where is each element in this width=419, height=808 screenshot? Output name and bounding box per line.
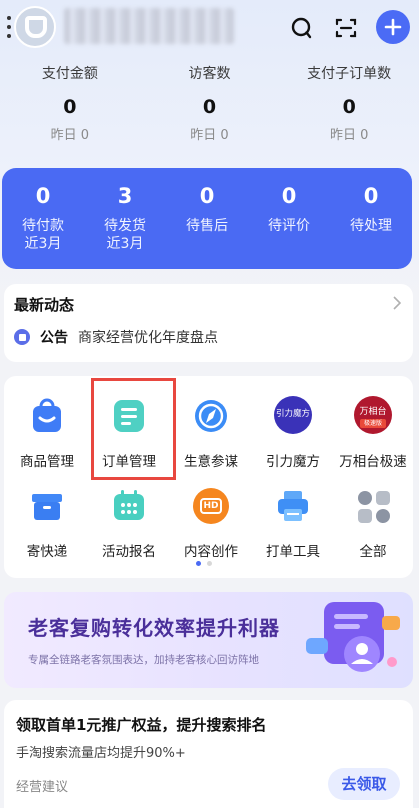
order-label: 待售后 [186,218,228,234]
order-status-pending-shipment[interactable]: 3 待发货 近3月 [84,182,166,269]
order-label: 待发货 [104,218,146,234]
tool-label: 内容创作 [184,544,238,560]
stat-label: 支付子订单数 [307,66,392,82]
pager-dot-active[interactable] [196,561,201,566]
yinli-mofang-icon: 引力魔方 [274,396,312,434]
tool-label: 商品管理 [20,454,74,470]
stat-value: 0 [342,96,356,118]
order-count: 0 [35,184,51,208]
order-label: 待评价 [268,218,310,234]
tool-all[interactable]: 全部 [332,474,414,560]
notice-text[interactable]: 商家经营优化年度盘点 [78,327,218,347]
tool-label: 引力魔方 [266,454,320,470]
tool-product-management[interactable]: 商品管理 [6,384,88,470]
search-icon[interactable] [288,14,316,42]
order-sub: 近3月 [24,236,62,252]
notice-icon [14,329,30,345]
tool-send-express[interactable]: 寄快递 [6,474,88,560]
order-count: 3 [117,184,133,208]
stat-label: 支付金额 [41,66,98,82]
stat-value: 0 [63,96,77,118]
order-count: 0 [281,184,297,208]
order-label: 待处理 [350,218,392,234]
stat-label: 访客数 [188,66,231,82]
wanxiangtai-icon-text: 万相台 [359,407,387,417]
highlight-frame [91,378,176,480]
order-status-to-process[interactable]: 0 待处理 [330,182,412,269]
growth-tip-card[interactable]: 领取首单1元推广权益，提升搜索排名 手淘搜索流量店均提升90%+ 经营建议 去领… [4,700,413,808]
stat-value: 0 [202,96,217,118]
tool-label: 打单工具 [266,544,320,560]
all-apps-icon [355,488,391,524]
stat-yesterday: 昨日 0 [190,128,229,143]
chevron-right-icon[interactable] [393,296,402,314]
pager-dot[interactable] [207,561,212,566]
order-status-pending-payment[interactable]: 0 待付款 近3月 [2,182,84,269]
order-sub: 近3月 [106,236,144,252]
tip-subtitle: 手淘搜索流量店均提升90%+ [16,746,186,761]
hd-video-icon: HD [193,488,229,524]
tip-category: 经营建议 [16,780,69,795]
latest-news-card[interactable]: 最新动态 公告 商家经营优化年度盘点 [4,284,413,362]
order-count: 0 [199,184,215,208]
tool-business-advisor[interactable]: 生意参谋 [170,384,252,470]
repurchase-illustration-icon [306,602,400,672]
yinli-mofang-icon-text: 引力魔方 [275,409,310,419]
tip-title: 领取首单1元推广权益，提升搜索排名 [16,716,267,734]
order-status-card: 0 待付款 近3月 3 待发货 近3月 0 待售后 0 待评价 0 待处理 [2,168,412,269]
order-label: 待付款 [22,218,64,234]
order-status-after-sales[interactable]: 0 待售后 [166,182,248,269]
printer-icon [275,488,311,524]
order-count: 0 [363,184,379,208]
tool-label: 活动报名 [102,544,156,560]
tool-wanxiangtai[interactable]: 万相台 极速版 万相台极速 [332,384,414,470]
stat-visitors[interactable]: 访客数 0 昨日 0 [140,62,280,162]
promo-banner[interactable]: 老客复购转化效率提升利器 专属全链路老客氛围表达，加持老客核心回访阵地 [4,592,413,688]
hd-video-icon-text: HD [200,498,222,514]
tool-label: 寄快递 [26,544,68,560]
shop-name-blurred[interactable] [64,8,234,44]
claim-button[interactable]: 去领取 [328,768,400,800]
scan-icon[interactable] [332,14,360,42]
stat-yesterday: 昨日 0 [50,128,90,143]
stat-payment-amount[interactable]: 支付金额 0 昨日 0 [0,62,140,162]
tool-label: 生意参谋 [184,454,238,470]
more-menu-icon[interactable] [6,16,12,38]
shopping-bag-icon [29,398,65,434]
tools-pager[interactable] [196,561,212,566]
shop-avatar[interactable] [14,6,56,48]
notice-tag: 公告 [40,330,68,346]
house-icon [25,16,47,38]
add-button[interactable] [376,10,410,44]
plus-icon [384,18,402,36]
tool-print-labels[interactable]: 打单工具 [252,474,334,560]
top-header [0,0,419,56]
tool-activity-signup[interactable]: 活动报名 [88,474,170,560]
news-title: 最新动态 [14,296,75,314]
tool-content-creation[interactable]: HD 内容创作 [170,474,252,560]
order-status-pending-review[interactable]: 0 待评价 [248,182,330,269]
tools-grid: 商品管理 订单管理 生意参谋 引力魔方 引力魔方 万相台 极速版 万相台极速 寄… [4,376,413,578]
wanxiangtai-icon: 万相台 极速版 [354,396,392,434]
tool-yinli-mofang[interactable]: 引力魔方 引力魔方 [252,384,334,470]
tool-label: 全部 [359,544,387,560]
banner-title: 老客复购转化效率提升利器 [28,616,280,640]
tool-label: 万相台极速 [339,454,407,470]
package-box-icon [29,488,65,524]
banner-subtitle: 专属全链路老客氛围表达，加持老客核心回访阵地 [28,654,259,666]
today-stats: 支付金额 0 昨日 0 访客数 0 昨日 0 支付子订单数 0 昨日 0 [0,62,419,162]
stat-paid-suborders[interactable]: 支付子订单数 0 昨日 0 [279,62,419,162]
stat-yesterday: 昨日 0 [329,128,369,143]
compass-icon [193,398,229,434]
activity-icon [111,488,147,524]
wanxiangtai-icon-badge: 极速版 [360,419,386,428]
